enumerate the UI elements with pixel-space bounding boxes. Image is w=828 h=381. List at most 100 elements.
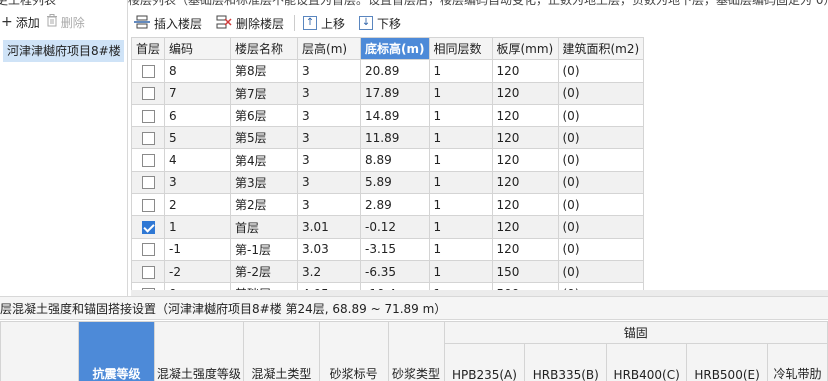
floor-height-cell[interactable]: 3	[297, 103, 362, 128]
floor-row[interactable]: 6 第6层 3 14.89 1 120 (0)	[131, 103, 645, 128]
col-header-hpb235[interactable]: HPB235(A)	[443, 343, 526, 381]
floor-height-cell[interactable]: 3	[297, 59, 362, 83]
floor-slab-thickness-cell[interactable]: 120	[491, 193, 559, 217]
floor-height-cell[interactable]: 4.05	[297, 282, 362, 290]
floor-name-cell[interactable]: 第5层	[230, 126, 299, 150]
floor-area-cell[interactable]: (0)	[557, 126, 645, 150]
floor-code-cell[interactable]: -2	[164, 259, 232, 284]
floor-name-cell[interactable]: 第-1层	[230, 237, 299, 261]
col-header-mortar-type[interactable]: 砂浆类型	[387, 321, 445, 381]
floor-area-cell[interactable]: (0)	[557, 259, 645, 284]
floor-code-cell[interactable]: 4	[164, 148, 232, 172]
floor-code-cell[interactable]: 6	[164, 103, 232, 128]
floor-height-cell[interactable]: 3	[297, 193, 362, 217]
first-floor-checkbox[interactable]	[141, 64, 155, 78]
floor-bottom-elevation-cell[interactable]: -3.15	[360, 237, 430, 261]
floor-same-count-cell[interactable]: 1	[428, 215, 493, 239]
floor-name-cell[interactable]: 第2层	[230, 193, 299, 217]
floor-row[interactable]: 0基础层4.05-10.41500(0)	[131, 282, 645, 290]
floor-same-count-cell[interactable]: 1	[428, 237, 493, 261]
floor-slab-thickness-cell[interactable]: 500	[491, 282, 559, 290]
floor-bottom-elevation-cell[interactable]: 17.89	[360, 81, 430, 105]
first-floor-checkbox[interactable]	[141, 198, 155, 212]
col-header-hrb335[interactable]: HRB335(B)	[524, 343, 608, 381]
floor-area-cell[interactable]: (0)	[557, 81, 645, 105]
col-header-area[interactable]: 建筑面积(m2)	[557, 37, 645, 61]
floor-area-cell[interactable]: (0)	[557, 148, 645, 172]
floor-row[interactable]: 5 第5层 3 11.89 1 120 (0)	[131, 126, 645, 150]
add-project-button[interactable]: + 添加	[1, 14, 40, 31]
floor-code-cell[interactable]: 7	[164, 81, 232, 105]
col-header-same-count[interactable]: 相同层数	[428, 37, 493, 61]
project-item[interactable]: 河津津樾府项目8#楼	[3, 40, 124, 62]
floor-area-cell[interactable]: (0)	[557, 282, 645, 290]
col-header-slab-thickness[interactable]: 板厚(mm)	[491, 37, 559, 61]
floor-slab-thickness-cell[interactable]: 120	[491, 215, 559, 239]
floor-bottom-elevation-cell[interactable]: 8.89	[360, 148, 430, 172]
first-floor-checkbox[interactable]	[141, 221, 155, 235]
floor-name-cell[interactable]: 第7层	[230, 81, 299, 105]
floor-bottom-elevation-cell[interactable]: -10.4	[360, 282, 430, 290]
floor-name-cell[interactable]: 首层	[230, 215, 299, 239]
floor-same-count-cell[interactable]: 1	[428, 259, 493, 284]
floor-code-cell[interactable]: 8	[164, 59, 232, 83]
floor-area-cell[interactable]: (0)	[557, 170, 645, 195]
floor-height-cell[interactable]: 3	[297, 170, 362, 195]
first-floor-checkbox[interactable]	[141, 243, 155, 257]
floor-row[interactable]: 7 第7层 3 17.89 1 120 (0)	[131, 81, 645, 105]
floor-name-cell[interactable]: 基础层	[230, 282, 299, 290]
floor-name-cell[interactable]: 第-2层	[230, 259, 299, 284]
move-up-button[interactable]: ↑ 上移	[299, 12, 351, 34]
col-header-cold-rolled[interactable]: 冷轧带肋	[767, 343, 828, 381]
floor-name-cell[interactable]: 第4层	[230, 148, 299, 172]
floor-bottom-elevation-cell[interactable]: -0.12	[360, 215, 430, 239]
col-header-hrb500[interactable]: HRB500(E)	[686, 343, 768, 381]
floor-slab-thickness-cell[interactable]: 120	[491, 237, 559, 261]
floor-same-count-cell[interactable]: 1	[428, 81, 493, 105]
floor-same-count-cell[interactable]: 1	[428, 103, 493, 128]
col-header-bottom-elevation[interactable]: 底标高(m)	[360, 37, 430, 61]
floor-row[interactable]: 2 第2层 3 2.89 1 120 (0)	[131, 193, 645, 217]
first-floor-checkbox[interactable]	[141, 154, 155, 168]
first-floor-checkbox[interactable]	[141, 87, 155, 101]
floor-row[interactable]: 4 第4层 3 8.89 1 120 (0)	[131, 148, 645, 172]
floor-slab-thickness-cell[interactable]: 120	[491, 103, 559, 128]
floor-row[interactable]: -2 第-2层 3.2 -6.35 1 150 (0)	[131, 259, 645, 284]
floor-same-count-cell[interactable]: 1	[428, 170, 493, 195]
floor-bottom-elevation-cell[interactable]: 14.89	[360, 103, 430, 128]
floor-row[interactable]: 3 第3层 3 5.89 1 120 (0)	[131, 170, 645, 195]
floor-area-cell[interactable]: (0)	[557, 237, 645, 261]
delete-project-button[interactable]: 删除	[46, 14, 85, 31]
first-floor-checkbox[interactable]	[141, 131, 155, 145]
move-down-button[interactable]: ↓ 下移	[355, 12, 407, 34]
floor-code-cell[interactable]: 0	[164, 282, 232, 290]
first-floor-checkbox[interactable]	[141, 265, 155, 279]
floor-area-cell[interactable]: (0)	[557, 103, 645, 128]
col-header-code[interactable]: 编码	[164, 37, 232, 61]
col-header-name[interactable]: 楼层名称	[230, 37, 299, 61]
floor-bottom-elevation-cell[interactable]: 5.89	[360, 170, 430, 195]
floor-same-count-cell[interactable]: 1	[428, 193, 493, 217]
floor-bottom-elevation-cell[interactable]: 11.89	[360, 126, 430, 150]
floor-same-count-cell[interactable]: 1	[428, 59, 493, 83]
floor-row[interactable]: 8 第8层 3 20.89 1 120 (0)	[131, 59, 645, 83]
floor-slab-thickness-cell[interactable]: 120	[491, 126, 559, 150]
col-header-first[interactable]: 首层	[131, 37, 166, 61]
floor-bottom-elevation-cell[interactable]: 2.89	[360, 193, 430, 217]
floor-height-cell[interactable]: 3.03	[297, 237, 362, 261]
floor-row[interactable]: 1 首层 3.01 -0.12 1 120 (0)	[131, 215, 645, 239]
floor-height-cell[interactable]: 3.01	[297, 215, 362, 239]
floor-slab-thickness-cell[interactable]: 120	[491, 148, 559, 172]
floor-name-cell[interactable]: 第3层	[230, 170, 299, 195]
floor-height-cell[interactable]: 3	[297, 148, 362, 172]
col-header-concrete-grade[interactable]: 混凝土强度等级	[153, 321, 244, 381]
floor-height-cell[interactable]: 3	[297, 126, 362, 150]
floor-code-cell[interactable]: 3	[164, 170, 232, 195]
floor-bottom-elevation-cell[interactable]: -6.35	[360, 259, 430, 284]
floor-same-count-cell[interactable]: 1	[428, 148, 493, 172]
floor-row[interactable]: -1 第-1层 3.03 -3.15 1 120 (0)	[131, 237, 645, 261]
col-header-seismic-grade[interactable]: 抗震等级	[78, 321, 155, 381]
col-header-mortar-grade[interactable]: 砂浆标号	[318, 321, 389, 381]
insert-floor-button[interactable]: 插入楼层	[130, 12, 208, 34]
first-floor-checkbox[interactable]	[141, 176, 155, 190]
